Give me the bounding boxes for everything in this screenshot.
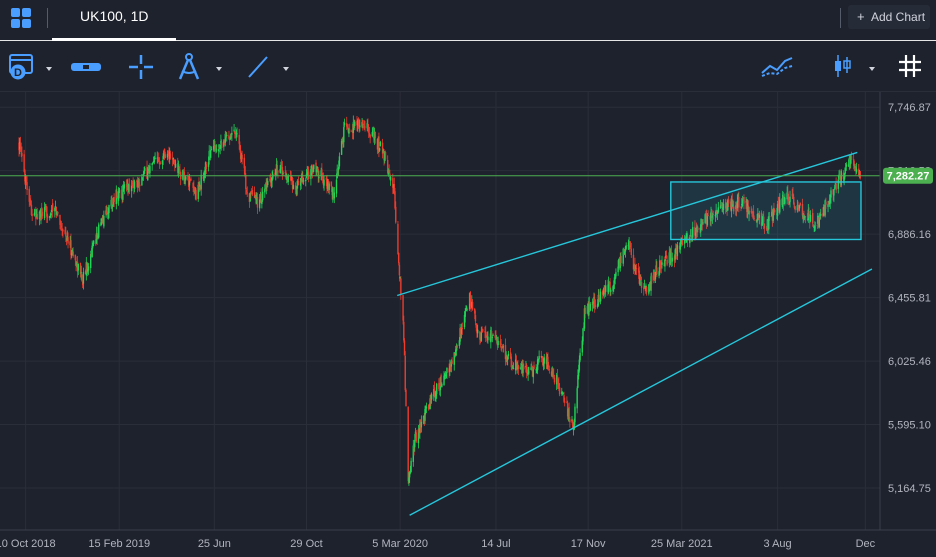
chart-drawings [0, 151, 880, 516]
candle [378, 132, 380, 158]
candle [492, 333, 494, 337]
layout-grid-icon[interactable] [10, 7, 32, 29]
chevron-down-icon[interactable] [283, 67, 289, 71]
candle [103, 210, 105, 229]
chevron-down-icon[interactable] [216, 67, 222, 71]
x-tick-label: 14 Jul [481, 538, 510, 550]
date-range-icon[interactable]: D [8, 51, 36, 81]
y-tick-label: 7,746.87 [888, 102, 931, 114]
y-tick-label: 6,025.46 [888, 356, 931, 368]
tab-title: UK100, 1D [80, 8, 149, 24]
chart-toolbar: D [0, 41, 936, 92]
candle [251, 185, 254, 197]
price-axis[interactable] [880, 92, 936, 530]
candle [384, 150, 387, 161]
candle [369, 134, 371, 144]
candle [533, 361, 535, 370]
top-bar: UK100, 1D + Add Chart [0, 0, 936, 41]
plus-icon: + [857, 9, 865, 24]
candle [576, 386, 578, 414]
divider [47, 8, 48, 28]
divider [840, 8, 841, 28]
chart-grid [0, 92, 880, 530]
indicators-icon[interactable] [760, 55, 794, 77]
x-tick-label: 25 Jun [198, 538, 231, 550]
time-axis-labels[interactable]: 10 Oct 2018 15 Feb 2019 25 Jun 29 Oct 5 Mar … [0, 538, 876, 550]
trend-line-icon[interactable] [246, 55, 270, 79]
add-chart-button[interactable]: + Add Chart [848, 5, 930, 29]
candle [645, 285, 648, 296]
candle [231, 126, 233, 141]
x-tick-label: 10 Oct 2018 [0, 538, 56, 550]
chevron-down-icon[interactable] [869, 67, 875, 71]
current-price-tag: 7,282.27 [883, 167, 933, 184]
candle [51, 199, 54, 218]
svg-text:D: D [14, 67, 22, 79]
candle [81, 274, 83, 282]
candle [195, 188, 197, 201]
y-tick-label: 5,595.10 [888, 420, 931, 432]
price-chart[interactable]: 7,746.877,316.526,886.166,455.816,025.46… [0, 92, 936, 557]
crosshair-icon[interactable] [128, 54, 154, 80]
x-tick-label: 29 Oct [290, 538, 322, 550]
candle [98, 222, 100, 239]
x-tick-label: 3 Aug [764, 538, 792, 550]
candle [190, 176, 192, 181]
y-tick-label: 6,455.81 [888, 293, 931, 305]
candle [517, 364, 520, 376]
candle [154, 152, 156, 160]
drawing-compass-icon[interactable] [176, 53, 202, 81]
grid-toggle-icon[interactable] [898, 54, 922, 78]
current-price-label: 7,282.27 [887, 171, 930, 183]
candle [397, 220, 399, 255]
x-tick-label: 5 Mar 2020 [372, 538, 428, 550]
candle [272, 169, 274, 180]
candle [405, 388, 407, 407]
y-tick-label: 5,164.75 [888, 483, 931, 495]
range-rectangle[interactable] [670, 181, 862, 241]
candle [261, 186, 264, 202]
chevron-down-icon[interactable] [46, 67, 52, 71]
candle [379, 140, 382, 147]
x-tick-label: 17 Nov [571, 538, 606, 550]
candle [574, 403, 576, 426]
x-tick-label: 15 Feb 2019 [88, 538, 150, 550]
add-chart-label: Add Chart [871, 10, 926, 24]
candle [451, 357, 453, 365]
x-tick-label: 25 Mar 2021 [651, 538, 713, 550]
candle [200, 169, 202, 196]
measure-icon[interactable] [70, 61, 102, 73]
candle [664, 259, 666, 272]
trend-line[interactable] [409, 268, 873, 516]
candle [579, 348, 581, 363]
candle [179, 171, 182, 186]
candle [410, 457, 412, 473]
candle [404, 351, 406, 393]
candle [389, 176, 392, 186]
y-tick-label: 6,886.16 [888, 229, 931, 241]
candle-style-icon[interactable] [834, 53, 852, 79]
tab-uk100[interactable]: UK100, 1D [52, 0, 176, 41]
x-tick-label: Dec [856, 538, 876, 550]
